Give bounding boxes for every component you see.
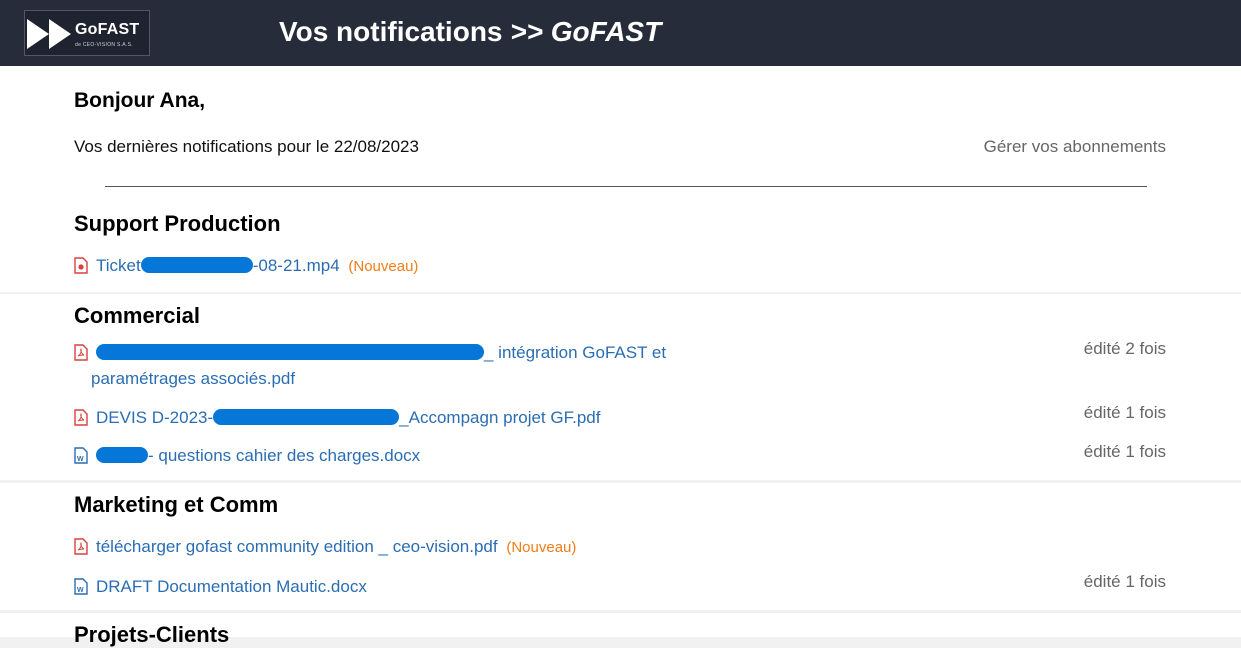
- edit-count: édité 2 fois: [1083, 339, 1166, 358]
- pdf-file-icon: [74, 538, 88, 555]
- file-name-suffix: - questions cahier des charges.docx: [148, 446, 421, 465]
- file-name-line2: paramétrages associés.pdf: [91, 369, 296, 388]
- section-title-commercial: Commercial: [74, 303, 200, 328]
- edit-count: édité 1 fois: [1083, 442, 1166, 461]
- file-link-draft-mautic[interactable]: W DRAFT Documentation Mautic.docx: [74, 574, 367, 600]
- section-title-support-production: Support Production: [74, 211, 281, 236]
- page-title-text: Vos notifications: [279, 16, 503, 47]
- title-separator: >>: [510, 16, 543, 47]
- file-link-devis[interactable]: DEVIS D-2023- _Accompagn projet GF.pdf: [74, 405, 600, 431]
- gofast-logo[interactable]: GoFAST de CEO-VISION S.A.S.: [24, 10, 150, 56]
- file-name-suffix: _Accompagn projet GF.pdf: [399, 408, 601, 427]
- notification-date-text: Vos dernières notifications pour le 22/0…: [74, 137, 419, 156]
- logo-text: GoFAST: [75, 21, 140, 38]
- word-file-icon: W: [74, 578, 88, 595]
- edit-count: édité 1 fois: [1083, 403, 1166, 422]
- redacted-text: [96, 447, 148, 463]
- logo-subtext: de CEO-VISION S.A.S.: [75, 42, 133, 48]
- word-file-icon: W: [74, 447, 88, 464]
- file-link-gofast-community[interactable]: télécharger gofast community edition _ c…: [74, 534, 576, 561]
- file-name-prefix: DEVIS D-2023-: [96, 408, 214, 427]
- new-badge: (Nouveau): [506, 539, 577, 556]
- fast-forward-icon: [27, 19, 71, 49]
- greeting: Bonjour Ana,: [74, 89, 206, 112]
- manage-subscriptions-link[interactable]: Gérer vos abonnements: [984, 137, 1166, 157]
- svg-text:W: W: [77, 456, 84, 463]
- header-bar: GoFAST de CEO-VISION S.A.S. Vos notifica…: [0, 0, 1241, 66]
- file-name-prefix: Ticket: [96, 256, 141, 275]
- pdf-file-icon: [74, 409, 88, 426]
- section-title-projets-clients: Projets-Clients: [74, 622, 230, 647]
- file-name: télécharger gofast community edition _ c…: [96, 537, 498, 556]
- pdf-file-icon: [74, 344, 88, 361]
- edit-count: édité 1 fois: [1083, 572, 1166, 591]
- file-name: DRAFT Documentation Mautic.docx: [96, 577, 367, 596]
- video-file-icon: [74, 257, 88, 274]
- page-title: Vos notifications >> GoFAST: [279, 16, 661, 48]
- divider: [105, 186, 1147, 187]
- svg-text:W: W: [77, 587, 84, 594]
- file-link-cahier-des-charges[interactable]: W - questions cahier des charges.docx: [74, 443, 420, 469]
- file-link-integration-gofast[interactable]: _ intégration GoFAST et paramétrages ass…: [74, 340, 714, 392]
- file-name-suffix: -08-21.mp4: [252, 256, 340, 275]
- file-name-suffix: _ intégration GoFAST et: [484, 343, 667, 362]
- file-link-ticket[interactable]: Ticket -08-21.mp4 (Nouveau): [74, 253, 418, 280]
- redacted-text: [96, 344, 484, 360]
- section-title-marketing: Marketing et Comm: [74, 492, 279, 517]
- title-brand: GoFAST: [550, 16, 662, 47]
- new-badge: (Nouveau): [348, 258, 419, 275]
- redacted-text: [140, 257, 253, 273]
- redacted-text: [213, 409, 400, 425]
